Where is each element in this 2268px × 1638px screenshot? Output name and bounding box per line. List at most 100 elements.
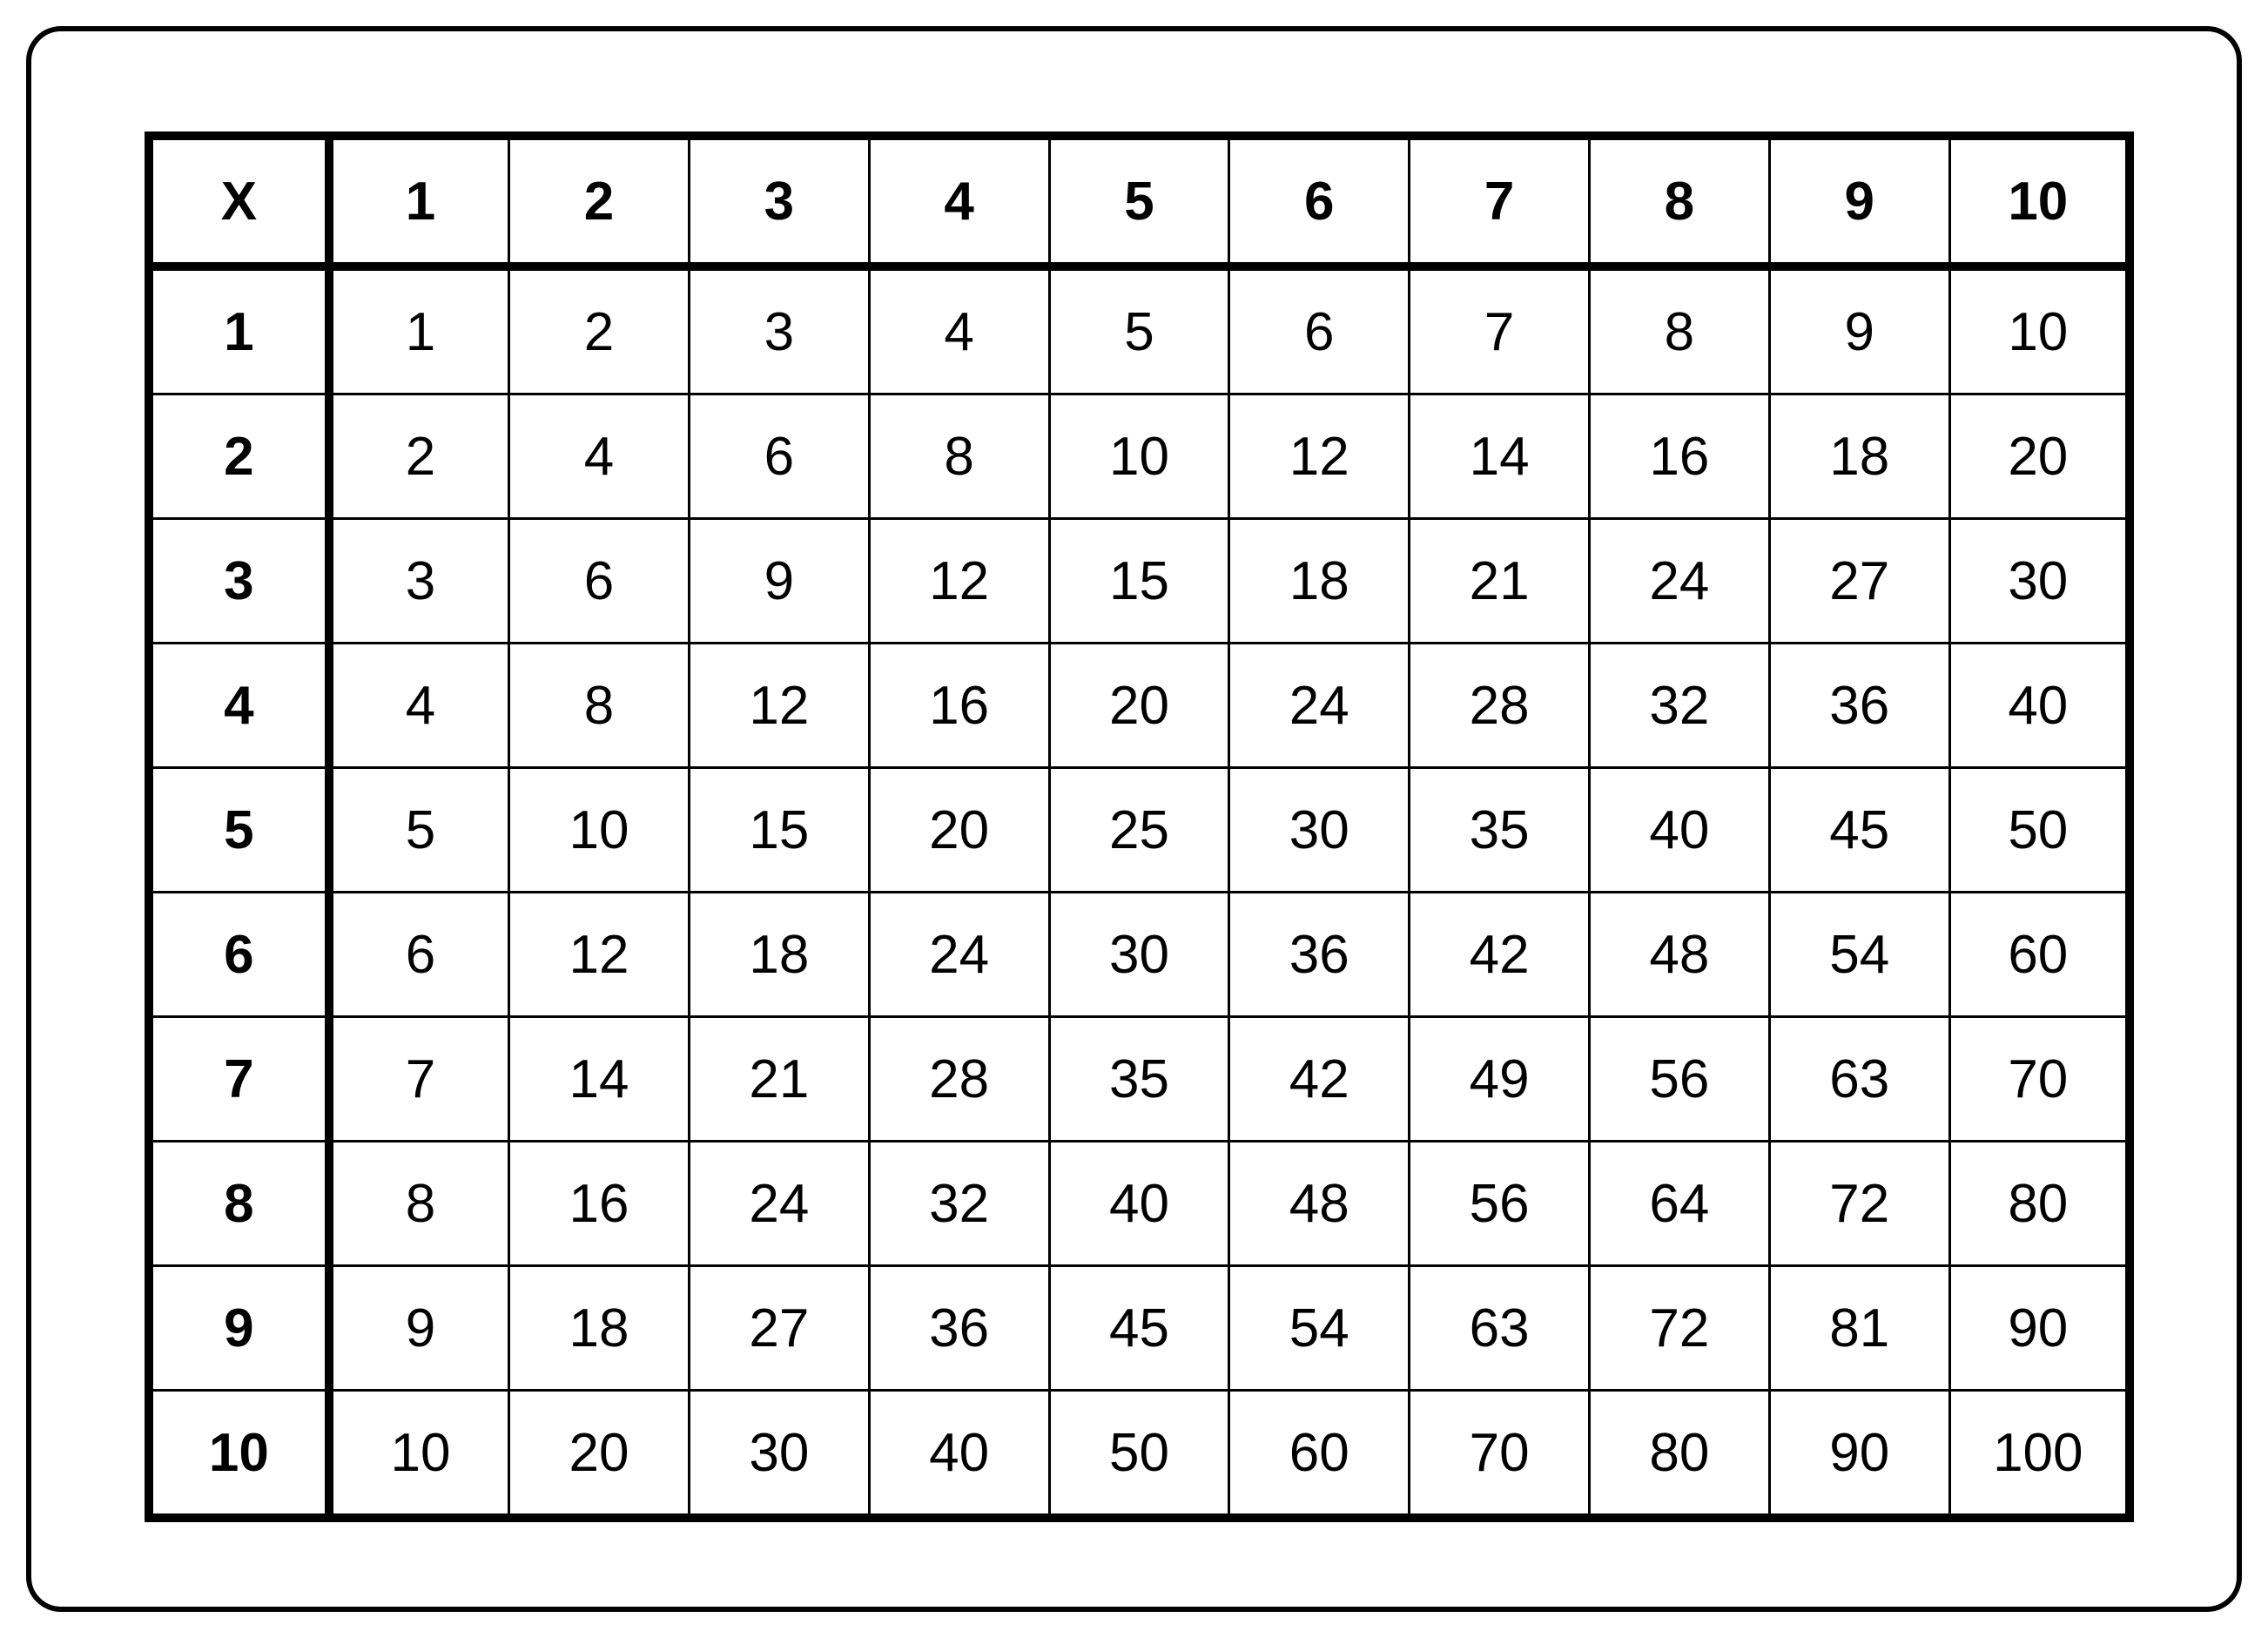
- cell: 81: [1769, 1266, 1949, 1391]
- cell: 2: [509, 266, 690, 394]
- cell: 12: [1229, 394, 1410, 519]
- cell: 6: [509, 519, 690, 644]
- cell: 50: [1049, 1391, 1229, 1519]
- cell: 4: [329, 644, 509, 768]
- col-header: 8: [1590, 136, 1770, 266]
- table-row: 5 5 10 15 20 25 30 35 40 45 50: [149, 768, 2130, 893]
- cell: 40: [1590, 768, 1770, 893]
- cell: 21: [1410, 519, 1590, 644]
- table-row: 1 1 2 3 4 5 6 7 8 9 10: [149, 266, 2130, 394]
- cell: 48: [1590, 893, 1770, 1017]
- cell: 30: [1949, 519, 2130, 644]
- cell: 16: [869, 644, 1049, 768]
- cell: 49: [1410, 1017, 1590, 1142]
- cell: 18: [1229, 519, 1410, 644]
- cell: 9: [1769, 266, 1949, 394]
- cell: 16: [1590, 394, 1770, 519]
- table-row: 9 9 18 27 36 45 54 63 72 81 90: [149, 1266, 2130, 1391]
- cell: 8: [1590, 266, 1770, 394]
- row-header: 9: [149, 1266, 329, 1391]
- cell: 54: [1769, 893, 1949, 1017]
- cell: 21: [689, 1017, 869, 1142]
- cell: 48: [1229, 1142, 1410, 1266]
- cell: 15: [1049, 519, 1229, 644]
- cell: 1: [329, 266, 509, 394]
- row-header: 5: [149, 768, 329, 893]
- cell: 8: [869, 394, 1049, 519]
- cell: 32: [869, 1142, 1049, 1266]
- cell: 3: [329, 519, 509, 644]
- cell: 7: [329, 1017, 509, 1142]
- table-row: 3 3 6 9 12 15 18 21 24 27 30: [149, 519, 2130, 644]
- cell: 9: [329, 1266, 509, 1391]
- cell: 4: [869, 266, 1049, 394]
- cell: 8: [509, 644, 690, 768]
- table-row: 8 8 16 24 32 40 48 56 64 72 80: [149, 1142, 2130, 1266]
- cell: 80: [1949, 1142, 2130, 1266]
- cell: 90: [1949, 1266, 2130, 1391]
- cell: 35: [1410, 768, 1590, 893]
- cell: 10: [1049, 394, 1229, 519]
- cell: 35: [1049, 1017, 1229, 1142]
- cell: 7: [1410, 266, 1590, 394]
- cell: 20: [869, 768, 1049, 893]
- cell: 24: [869, 893, 1049, 1017]
- cell: 45: [1769, 768, 1949, 893]
- cell: 70: [1949, 1017, 2130, 1142]
- cell: 40: [1949, 644, 2130, 768]
- cell: 12: [869, 519, 1049, 644]
- cell: 8: [329, 1142, 509, 1266]
- cell: 60: [1229, 1391, 1410, 1519]
- cell: 32: [1590, 644, 1770, 768]
- cell: 40: [869, 1391, 1049, 1519]
- cell: 3: [689, 266, 869, 394]
- cell: 56: [1590, 1017, 1770, 1142]
- cell: 12: [509, 893, 690, 1017]
- cell: 6: [1229, 266, 1410, 394]
- cell: 4: [509, 394, 690, 519]
- cell: 28: [1410, 644, 1590, 768]
- cell: 40: [1049, 1142, 1229, 1266]
- cell: 36: [1769, 644, 1949, 768]
- cell: 20: [1949, 394, 2130, 519]
- cell: 72: [1590, 1266, 1770, 1391]
- cell: 20: [1049, 644, 1229, 768]
- cell: 5: [329, 768, 509, 893]
- cell: 15: [689, 768, 869, 893]
- col-header: 9: [1769, 136, 1949, 266]
- cell: 56: [1410, 1142, 1590, 1266]
- cell: 14: [509, 1017, 690, 1142]
- table-row: 2 2 4 6 8 10 12 14 16 18 20: [149, 394, 2130, 519]
- cell: 30: [689, 1391, 869, 1519]
- cell: 28: [869, 1017, 1049, 1142]
- cell: 24: [1229, 644, 1410, 768]
- corner-cell: X: [149, 136, 329, 266]
- cell: 6: [689, 394, 869, 519]
- cell: 64: [1590, 1142, 1770, 1266]
- cell: 12: [689, 644, 869, 768]
- cell: 9: [689, 519, 869, 644]
- cell: 42: [1229, 1017, 1410, 1142]
- row-header: 6: [149, 893, 329, 1017]
- cell: 10: [329, 1391, 509, 1519]
- cell: 6: [329, 893, 509, 1017]
- cell: 25: [1049, 768, 1229, 893]
- cell: 54: [1229, 1266, 1410, 1391]
- table-row: 6 6 12 18 24 30 36 42 48 54 60: [149, 893, 2130, 1017]
- cell: 80: [1590, 1391, 1770, 1519]
- col-header: 10: [1949, 136, 2130, 266]
- cell: 5: [1049, 266, 1229, 394]
- row-header: 3: [149, 519, 329, 644]
- cell: 63: [1769, 1017, 1949, 1142]
- cell: 50: [1949, 768, 2130, 893]
- cell: 27: [689, 1266, 869, 1391]
- row-header: 7: [149, 1017, 329, 1142]
- table-row: 4 4 8 12 16 20 24 28 32 36 40: [149, 644, 2130, 768]
- cell: 24: [689, 1142, 869, 1266]
- cell: 72: [1769, 1142, 1949, 1266]
- cell: 30: [1229, 768, 1410, 893]
- cell: 36: [1229, 893, 1410, 1017]
- cell: 24: [1590, 519, 1770, 644]
- row-header: 1: [149, 266, 329, 394]
- cell: 70: [1410, 1391, 1590, 1519]
